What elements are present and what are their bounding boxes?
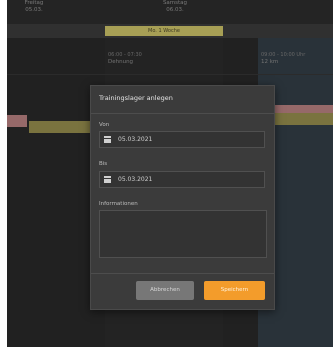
dialog-footer-divider [91, 273, 274, 274]
day-header-friday[interactable]: Freitag 05.03. [19, 0, 49, 14]
to-label: Bis [99, 161, 108, 167]
dialog-title: Trainingslager anlegen [99, 94, 173, 102]
info-label: Informationen [99, 201, 138, 207]
day-name: Samstag [162, 0, 188, 6]
week-banner[interactable]: Mo. 1 Woche [105, 26, 223, 36]
day-header-saturday[interactable]: Samstag 06.03. [155, 0, 195, 14]
calendar-icon[interactable] [104, 136, 111, 143]
save-button[interactable]: Speichern [204, 281, 265, 300]
day-date: 05.03. [25, 7, 43, 13]
to-date-value: 05.03.2021 [118, 176, 153, 183]
cancel-button[interactable]: Abbrechen [136, 281, 194, 300]
calendar-header: Freitag 05.03. Samstag 06.03. [7, 0, 333, 24]
info-textarea[interactable] [99, 210, 267, 258]
day-date: 06.03. [166, 7, 184, 13]
to-date-field[interactable]: 05.03.2021 [99, 171, 265, 188]
day-name: Freitag [24, 0, 44, 6]
from-label: Von [99, 122, 110, 128]
from-date-field[interactable]: 05.03.2021 [99, 131, 265, 148]
calendar-icon[interactable] [104, 176, 111, 183]
training-camp-dialog: Trainingslager anlegen Von 05.03.2021 Bi… [90, 85, 275, 310]
from-date-value: 05.03.2021 [118, 136, 153, 143]
calendar-app: Freitag 05.03. Samstag 06.03. Mo. 1 Woch… [7, 0, 333, 347]
dialog-divider [91, 113, 274, 114]
